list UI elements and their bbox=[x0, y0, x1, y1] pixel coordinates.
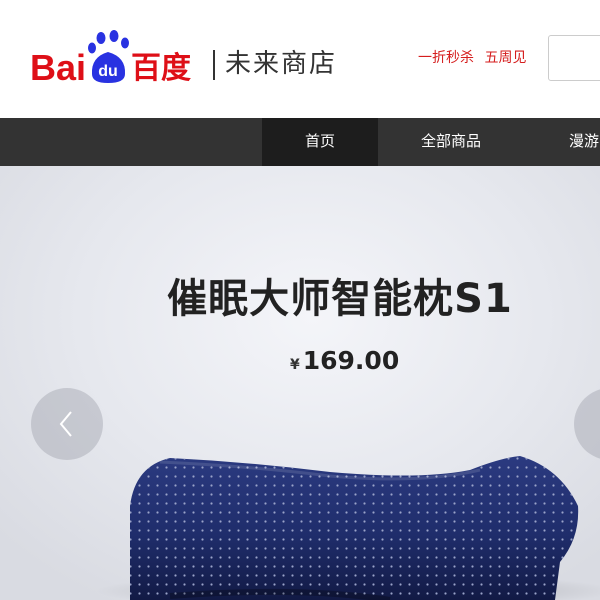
hero-banner[interactable]: 催眠大师智能枕S1 ¥169.00 bbox=[0, 166, 600, 600]
chevron-right-icon bbox=[574, 388, 600, 460]
flash-sale-link[interactable]: 一折秒杀 bbox=[418, 50, 474, 66]
header: Bai du 百度 未来商店 一折秒杀 五周见 bbox=[0, 0, 600, 118]
page: Bai du 百度 未来商店 一折秒杀 五周见 首页 全部商品 漫游 催眠大师智… bbox=[0, 0, 600, 600]
currency-symbol: ¥ bbox=[290, 357, 300, 373]
nav-item-home[interactable]: 首页 bbox=[262, 118, 378, 166]
pillow-product-image bbox=[95, 456, 600, 600]
baidu-logo[interactable]: Bai du 百度 bbox=[30, 28, 220, 88]
nav-item-all-products[interactable]: 全部商品 bbox=[378, 118, 524, 166]
store-name: 未来商店 bbox=[225, 49, 338, 79]
carousel-prev-button[interactable] bbox=[31, 388, 103, 460]
main-nav: 首页 全部商品 漫游 bbox=[0, 118, 600, 166]
logo-divider bbox=[213, 50, 215, 80]
promo-links: 一折秒杀 五周见 bbox=[418, 48, 532, 68]
product-title: 催眠大师智能枕S1 bbox=[167, 276, 513, 322]
logo-text-baidu-cn: 百度 bbox=[131, 51, 191, 86]
search-input[interactable] bbox=[548, 35, 600, 81]
carousel-next-button[interactable] bbox=[574, 388, 600, 460]
anniversary-link[interactable]: 五周见 bbox=[484, 50, 526, 66]
logo-text-du: du bbox=[98, 63, 118, 80]
product-price: ¥169.00 bbox=[290, 344, 399, 382]
nav-item-roam[interactable]: 漫游 bbox=[556, 118, 600, 166]
price-value: 169.00 bbox=[302, 346, 400, 375]
logo-text-bai: Bai bbox=[30, 47, 86, 88]
chevron-left-icon bbox=[59, 411, 72, 437]
